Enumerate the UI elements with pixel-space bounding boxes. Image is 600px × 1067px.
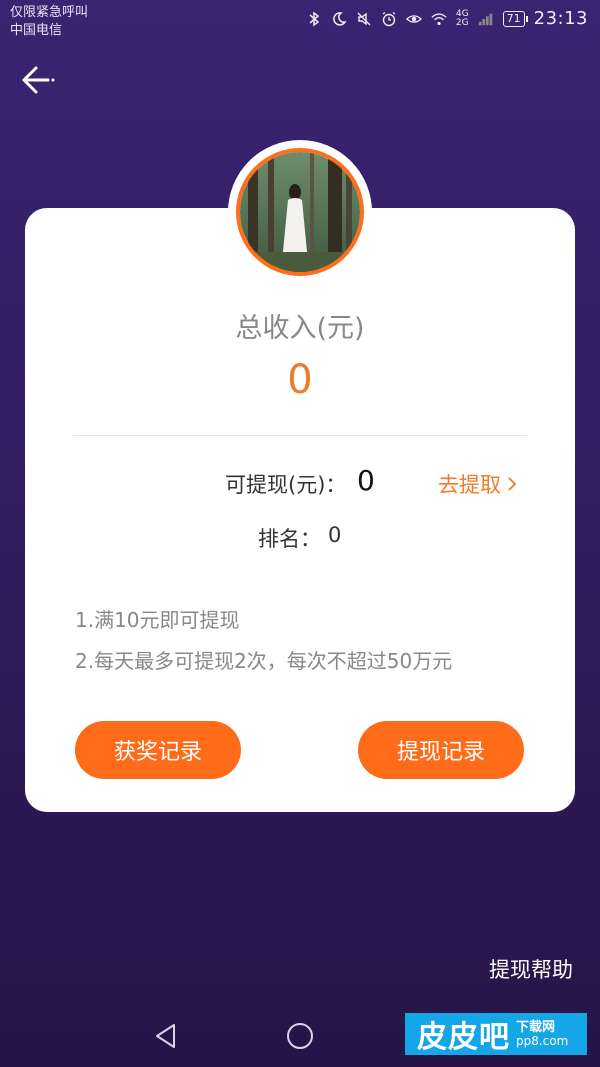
avatar[interactable] [236, 148, 364, 276]
go-withdraw-label: 去提取 [438, 473, 501, 497]
moon-icon [331, 11, 347, 27]
watermark-small: 下载网 pp8.com [516, 1020, 568, 1048]
watermark-big-text: 皮皮吧 [417, 1020, 510, 1055]
rank-value: 0 [328, 523, 342, 547]
award-records-button[interactable]: 获奖记录 [75, 721, 241, 779]
withdraw-records-button[interactable]: 提现记录 [358, 721, 524, 779]
avatar-photo [240, 152, 360, 272]
clock: 23:13 [533, 8, 588, 29]
watermark-small-2: pp8.com [516, 1034, 569, 1048]
total-income-label: 总收入(元) [235, 313, 365, 344]
carrier-info: 仅限紧急呼叫 中国电信 [10, 4, 88, 40]
mute-icon [356, 11, 372, 27]
avatar-frame [228, 140, 372, 284]
total-income-value: 0 [287, 357, 313, 403]
withdrawable-value: 0 [357, 464, 375, 497]
network-type: 4G 2G [455, 8, 469, 28]
withdraw-help-link[interactable]: 提现帮助 [489, 954, 573, 984]
circle-home-icon [287, 1023, 313, 1049]
rule-note-2: 2.每天最多可提现2次，每次不超过50万元 [75, 649, 453, 673]
nav-home-button[interactable] [284, 1020, 316, 1052]
status-bar: 仅限紧急呼叫 中国电信 4G 2G 71 23:13 [0, 0, 600, 44]
watermark-small-1: 下载网 [516, 1020, 556, 1035]
eye-icon [405, 11, 422, 27]
bluetooth-icon [306, 11, 322, 27]
battery-indicator: 71 [502, 10, 528, 27]
withdrawable-label: 可提现(元)： [225, 473, 347, 497]
rule-note-1: 1.满10元即可提现 [75, 608, 240, 632]
chevron-right-icon [508, 477, 517, 491]
alarm-icon [381, 11, 397, 27]
watermark-logo: 皮皮吧 下载网 pp8.com [405, 1013, 587, 1055]
back-button[interactable] [18, 62, 58, 98]
go-withdraw-link[interactable]: 去提取 [438, 469, 517, 499]
status-icons: 4G 2G 71 23:13 [306, 8, 588, 29]
back-arrow-icon [22, 66, 55, 94]
triangle-back-icon [156, 1024, 175, 1048]
carrier-name: 中国电信 [10, 23, 63, 38]
rank-label: 排名： [258, 527, 321, 551]
signal-icon [478, 11, 494, 27]
emergency-only-text: 仅限紧急呼叫 [10, 5, 89, 20]
nav-back-button[interactable] [150, 1020, 182, 1052]
wifi-icon [431, 11, 447, 27]
divider [73, 435, 527, 436]
